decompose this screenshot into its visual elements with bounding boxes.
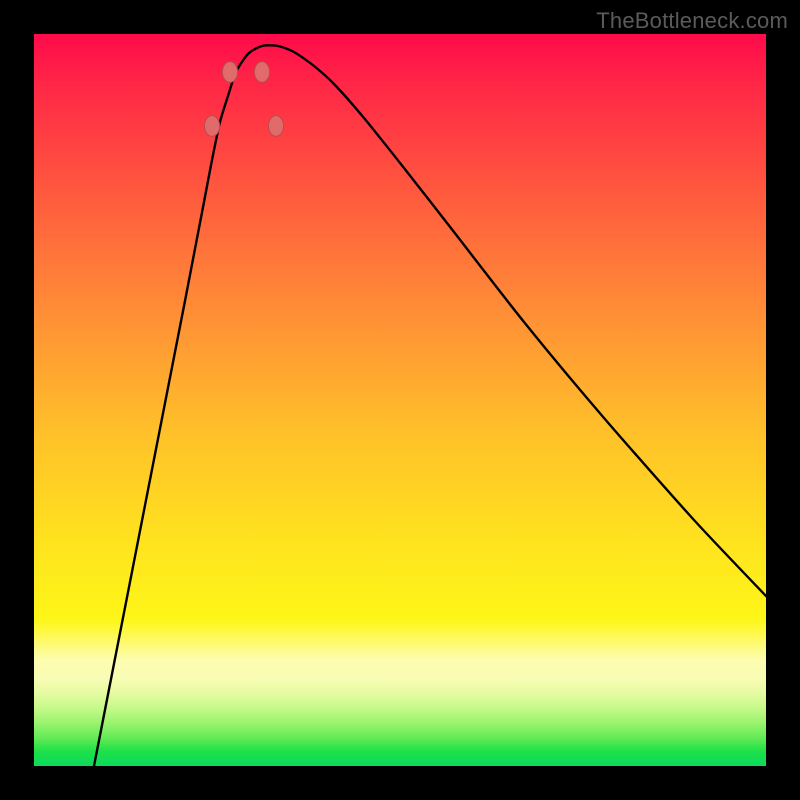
chart-frame: TheBottleneck.com: [0, 0, 800, 800]
marker-left-lower: [222, 62, 237, 83]
marker-right-lower: [254, 62, 269, 83]
plot-area: [34, 34, 766, 766]
chart-svg: [34, 34, 766, 766]
watermark-text: TheBottleneck.com: [596, 8, 788, 34]
curve-markers: [204, 62, 283, 137]
marker-left-upper: [204, 116, 219, 137]
bottleneck-curve: [94, 45, 766, 766]
marker-right-upper: [268, 116, 283, 137]
